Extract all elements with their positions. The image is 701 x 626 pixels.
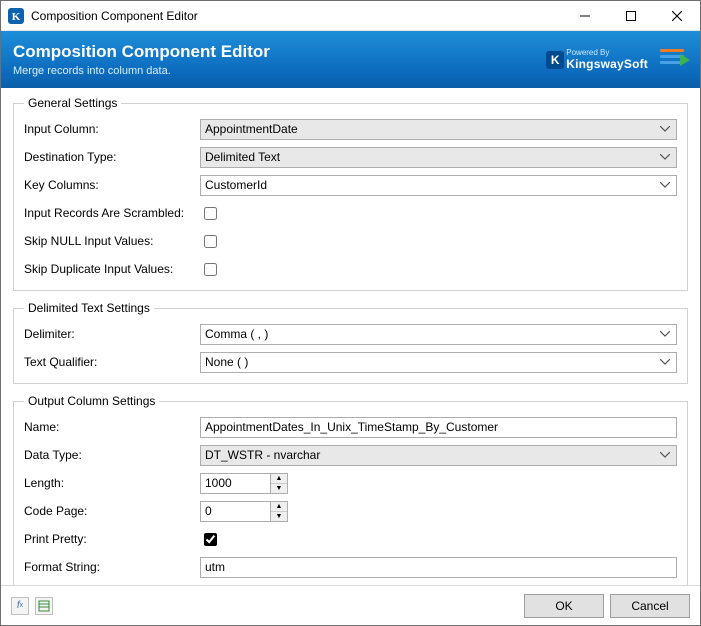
- scrambled-label: Input Records Are Scrambled:: [24, 206, 200, 220]
- footer: fx OK Cancel: [1, 585, 700, 625]
- brand-name: KingswaySoft: [566, 57, 648, 71]
- powered-by-label: Powered By: [566, 49, 648, 57]
- window-title: Composition Component Editor: [31, 9, 198, 23]
- delimited-settings-legend: Delimited Text Settings: [24, 301, 154, 315]
- code-page-input[interactable]: [200, 501, 270, 522]
- name-label: Name:: [24, 420, 200, 434]
- maximize-button[interactable]: [608, 1, 654, 31]
- minimize-button[interactable]: [562, 1, 608, 31]
- destination-type-select[interactable]: Delimited Text: [200, 147, 677, 168]
- length-spin-down[interactable]: ▼: [271, 484, 287, 493]
- skip-dup-label: Skip Duplicate Input Values:: [24, 262, 200, 276]
- general-settings-group: General Settings Input Column: Appointme…: [13, 96, 688, 291]
- format-string-label: Format String:: [24, 560, 200, 574]
- output-settings-group: Output Column Settings Name: Data Type: …: [13, 394, 688, 585]
- text-qualifier-label: Text Qualifier:: [24, 355, 200, 369]
- length-label: Length:: [24, 476, 200, 490]
- close-button[interactable]: [654, 1, 700, 31]
- delimiter-select[interactable]: Comma ( , ): [200, 324, 677, 345]
- code-page-label: Code Page:: [24, 504, 200, 518]
- code-page-spin-down[interactable]: ▼: [271, 512, 287, 521]
- app-icon: K: [7, 7, 25, 25]
- input-column-select[interactable]: AppointmentDate: [200, 119, 677, 140]
- key-columns-label: Key Columns:: [24, 178, 200, 192]
- banner-title: Composition Component Editor: [13, 42, 270, 62]
- print-pretty-label: Print Pretty:: [24, 532, 200, 546]
- length-spin-up[interactable]: ▲: [271, 474, 287, 484]
- print-pretty-checkbox[interactable]: [204, 533, 217, 546]
- skip-dup-checkbox[interactable]: [204, 263, 217, 276]
- general-settings-legend: General Settings: [24, 96, 121, 110]
- brand-logo: K Powered By KingswaySoft: [546, 49, 648, 71]
- output-settings-legend: Output Column Settings: [24, 394, 159, 408]
- data-type-select[interactable]: DT_WSTR - nvarchar: [200, 445, 677, 466]
- ok-button[interactable]: OK: [524, 594, 604, 618]
- skip-null-label: Skip NULL Input Values:: [24, 234, 200, 248]
- destination-type-label: Destination Type:: [24, 150, 200, 164]
- content-area: General Settings Input Column: Appointme…: [1, 88, 700, 585]
- dialog-window: K Composition Component Editor Compositi…: [0, 0, 701, 626]
- cancel-button[interactable]: Cancel: [610, 594, 690, 618]
- banner-subtitle: Merge records into column data.: [13, 65, 270, 77]
- length-input[interactable]: [200, 473, 270, 494]
- banner: Composition Component Editor Merge recor…: [1, 31, 700, 88]
- component-icon: [660, 46, 688, 74]
- key-columns-select[interactable]: CustomerId: [200, 175, 677, 196]
- scrambled-checkbox[interactable]: [204, 207, 217, 220]
- properties-icon[interactable]: [35, 597, 53, 615]
- svg-text:K: K: [12, 11, 21, 23]
- delimited-settings-group: Delimited Text Settings Delimiter: Comma…: [13, 301, 688, 384]
- input-column-label: Input Column:: [24, 122, 200, 136]
- delimiter-label: Delimiter:: [24, 327, 200, 341]
- code-page-spin-up[interactable]: ▲: [271, 502, 287, 512]
- data-type-label: Data Type:: [24, 448, 200, 462]
- titlebar: K Composition Component Editor: [1, 1, 700, 31]
- name-input[interactable]: [200, 417, 677, 438]
- text-qualifier-select[interactable]: None ( ): [200, 352, 677, 373]
- format-string-input[interactable]: [200, 557, 677, 578]
- skip-null-checkbox[interactable]: [204, 235, 217, 248]
- expression-icon[interactable]: fx: [11, 597, 29, 615]
